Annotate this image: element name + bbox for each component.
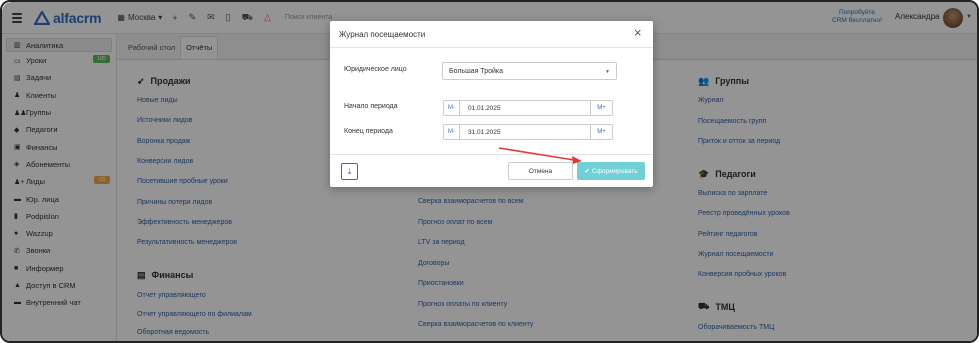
legal-entity-label: Юридическое лицо <box>344 66 407 73</box>
cancel-button[interactable]: Отмена <box>508 162 573 180</box>
divider <box>330 154 653 155</box>
month-plus-button[interactable]: М+ <box>590 125 612 139</box>
month-plus-button[interactable]: М+ <box>590 101 612 115</box>
close-icon[interactable]: × <box>634 25 642 40</box>
download-icon: ⤓ <box>347 166 352 176</box>
period-start-label: Начало периода <box>344 103 398 110</box>
app-window: alfacrm ▦ Москва ▾ + ✎ ✉ ▯ ⛟ △ Поиск кли… <box>0 0 979 343</box>
period-start-field: М- 01.01.2025 М+ <box>443 100 613 116</box>
legal-entity-select[interactable]: Большая Тройка ▼ <box>442 62 617 80</box>
month-minus-button[interactable]: М- <box>444 125 460 139</box>
divider <box>330 47 653 48</box>
period-end-field: М- 31.01.2025 М+ <box>443 124 613 140</box>
download-button[interactable]: ⤓ <box>341 163 358 180</box>
period-end-input[interactable]: 31.01.2025 <box>468 129 501 136</box>
modal-title: Журнал посещаемости <box>339 30 426 39</box>
chevron-down-icon: ▼ <box>605 69 610 75</box>
generate-button-label: Сформировать <box>591 167 638 175</box>
attendance-journal-modal: Журнал посещаемости × Юридическое лицо Б… <box>330 21 653 187</box>
generate-button[interactable]: ✔ Сформировать <box>577 162 645 180</box>
legal-entity-value: Большая Тройка <box>449 68 503 75</box>
period-start-input[interactable]: 01.01.2025 <box>468 105 501 112</box>
check-icon: ✔ <box>584 168 590 175</box>
month-minus-button[interactable]: М- <box>444 101 460 115</box>
period-end-label: Конец периода <box>344 128 393 135</box>
